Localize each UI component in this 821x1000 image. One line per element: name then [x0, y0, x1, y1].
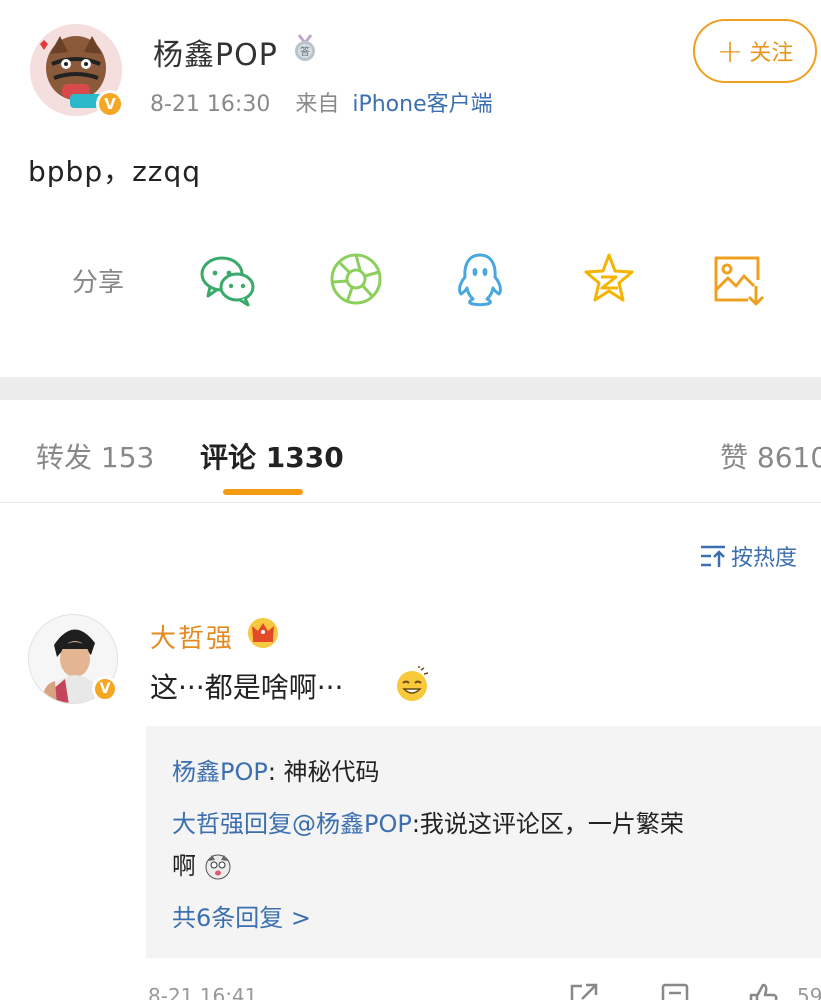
like-count: 59 — [797, 984, 821, 1000]
tabs-divider — [0, 502, 821, 503]
commenter-name[interactable]: 大哲强 — [150, 618, 234, 655]
reply-item[interactable]: 杨鑫POP: 神秘代码 — [172, 752, 380, 787]
section-divider — [0, 377, 821, 400]
comment-icon[interactable] — [660, 982, 690, 1000]
sort-icon — [701, 545, 725, 567]
post-content: bpbp，zzqq — [28, 155, 202, 188]
sort-button[interactable]: 按热度 — [699, 540, 797, 572]
qzone-icon[interactable] — [580, 250, 638, 308]
comment-text: 这···都是啥啊··· — [150, 671, 344, 704]
qq-icon[interactable] — [451, 250, 509, 308]
medal-icon: 答 — [295, 34, 315, 61]
commenter-avatar[interactable]: V — [28, 614, 118, 704]
reply-item[interactable]: 大哲强回复@杨鑫POP:我说这评论区，一片繁荣 — [172, 804, 684, 839]
source-link[interactable]: iPhone客户端 — [352, 92, 492, 117]
follow-label: 关注 — [749, 41, 794, 66]
reply-item-continued: 啊 — [172, 846, 232, 881]
moments-icon[interactable] — [327, 250, 385, 308]
wechat-icon[interactable] — [198, 250, 256, 308]
tab-comments[interactable]: 评论 1330 — [200, 436, 344, 476]
verified-icon: V — [92, 676, 118, 702]
laughing-emoji-icon — [397, 666, 429, 701]
comment-time: 8-21 16:41 — [148, 984, 258, 1000]
dog-emoji-icon — [205, 854, 231, 880]
reply-nick[interactable]: 大哲强回复@杨鑫POP — [172, 810, 412, 838]
reply-text-line2: 啊 — [172, 852, 196, 880]
more-replies-link[interactable]: 共6条回复 > — [172, 898, 311, 933]
share-icon[interactable] — [568, 982, 598, 1000]
author-avatar[interactable]: V — [30, 24, 124, 118]
reply-nick[interactable]: 杨鑫POP — [172, 758, 268, 786]
tab-likes[interactable]: 赞 8610 — [720, 436, 821, 476]
svg-text:答: 答 — [300, 45, 310, 58]
crown-icon — [248, 618, 278, 648]
share-label: 分享 — [72, 268, 125, 298]
sort-label: 按热度 — [731, 546, 798, 571]
reply-text: :我说这评论区，一片繁荣 — [411, 810, 684, 838]
post-meta: 8-21 16:30 来自 iPhone客户端 — [150, 86, 493, 118]
save-image-icon[interactable] — [710, 250, 768, 308]
follow-button[interactable]: + 关注 — [693, 19, 817, 83]
post-time: 8-21 16:30 — [150, 92, 271, 117]
post-username[interactable]: 杨鑫POP — [153, 30, 278, 74]
replies-panel[interactable]: 杨鑫POP: 神秘代码 大哲强回复@杨鑫POP:我说这评论区，一片繁荣 啊 共6… — [146, 726, 821, 958]
plus-icon: + — [716, 32, 744, 70]
tab-repost[interactable]: 转发 153 — [36, 436, 154, 476]
verified-icon: V — [96, 90, 124, 118]
like-icon[interactable] — [748, 982, 778, 1000]
active-tab-indicator — [223, 489, 303, 495]
source-prefix: 来自 — [295, 92, 340, 117]
reply-text: : 神秘代码 — [267, 758, 380, 786]
